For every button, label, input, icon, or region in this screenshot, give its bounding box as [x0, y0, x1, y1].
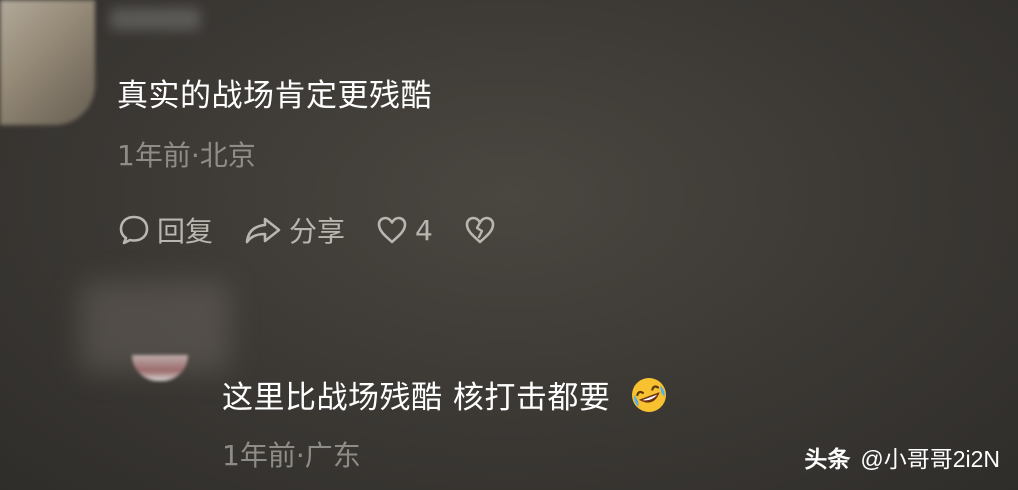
dislike-button[interactable] [463, 213, 503, 247]
comment-actions: 回复 分享 4 [117, 210, 533, 250]
comment-text: 这里比战场残酷 核打击都要 [222, 380, 611, 416]
username-blurred[interactable] [110, 8, 200, 30]
share-arrow-icon [245, 217, 281, 244]
reply-button[interactable]: 回复 [117, 210, 213, 250]
comment-text-row: 这里比战场残酷 核打击都要 [222, 375, 669, 418]
heart-icon [377, 216, 407, 244]
share-label: 分享 [289, 215, 346, 248]
user-avatar[interactable] [0, 0, 95, 125]
share-button[interactable]: 分享 [243, 210, 345, 250]
comment-text: 真实的战场肯定更残酷 [117, 78, 432, 114]
rofl-emoji-icon [631, 378, 666, 412]
like-count: 4 [415, 213, 433, 247]
comment-meta: 1年前·广东 [222, 439, 361, 472]
broken-heart-icon [465, 216, 495, 244]
watermark: 头条 @小哥哥2i2N [804, 440, 1000, 474]
comment-bubble-icon [119, 215, 149, 245]
like-button[interactable]: 4 [375, 213, 433, 247]
reply-label: 回复 [157, 215, 214, 248]
user-avatar[interactable] [132, 355, 188, 381]
comment-meta: 1年前·北京 [117, 139, 256, 172]
watermark-brand: 头条 [804, 446, 851, 472]
watermark-handle: @小哥哥2i2N [860, 446, 1000, 472]
